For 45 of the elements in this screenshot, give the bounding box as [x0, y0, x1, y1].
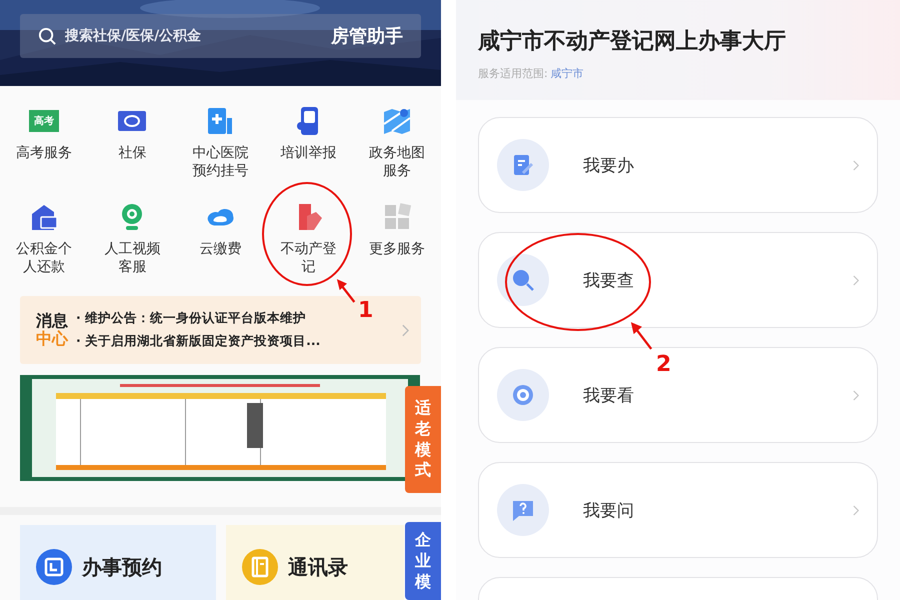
search-icon [38, 26, 57, 46]
eye-bubble-icon [511, 383, 535, 407]
notebook-icon [242, 549, 278, 585]
annotation-number: 1 [358, 300, 374, 322]
service-item[interactable]: 高考 高考服务 [0, 104, 88, 192]
search-field[interactable]: 搜索社保/医保/公积金 [65, 28, 323, 44]
chevron-icon [853, 504, 859, 516]
annotation-number: 2 [656, 354, 672, 376]
search-icon [511, 268, 535, 292]
service-item[interactable]: 不动产登记 [264, 200, 353, 288]
scope-label: 服务适用范围: [478, 66, 548, 81]
service-item[interactable]: 中心医院预约挂号 [176, 104, 265, 192]
notice-text[interactable]: · 关于启用湖北省新版固定资产投资项目... [76, 333, 320, 350]
menu-card[interactable]: 我要问 [478, 462, 878, 558]
menu-card[interactable]: 我要查 [478, 232, 878, 328]
enterprise-mode-tab[interactable]: 企业模 [405, 522, 441, 600]
notice-text[interactable]: · 维护公告：统一身份认证平台版本维护 [76, 310, 306, 327]
service-item[interactable]: 社保 [88, 104, 176, 192]
service-item[interactable]: 更多服务 [352, 200, 441, 288]
edit-icon [511, 153, 535, 177]
service-item[interactable]: 培训举报 [264, 104, 353, 192]
chevron-icon [853, 274, 859, 286]
service-item[interactable]: 云缴费 [176, 200, 265, 288]
exam-icon: 高考 [29, 110, 60, 132]
chevron-icon [402, 324, 409, 336]
search-bar[interactable]: 搜索社保/医保/公积金 房管助手 [20, 14, 421, 58]
shortcut-card[interactable]: 通讯录 [226, 525, 404, 600]
service-item[interactable]: 政务地图服务 [352, 104, 441, 192]
map-icon [382, 106, 412, 136]
calendar-icon [36, 549, 72, 585]
news-logo: 中心 [36, 330, 68, 348]
page-title: 咸宁市不动产登记网上办事大厅 [478, 28, 787, 56]
app-title: 房管助手 [331, 25, 403, 48]
house-card-icon [29, 202, 60, 232]
chevron-icon [853, 160, 859, 170]
annotation-arrow [336, 278, 358, 304]
service-item[interactable]: 人工视频客服 [88, 200, 176, 288]
news-logo: 消息 [36, 312, 68, 330]
shortcut-card[interactable]: 办事预约 [20, 525, 216, 600]
chevron-icon [853, 390, 859, 400]
service-item[interactable]: 公积金个人还款 [0, 200, 88, 288]
help-icon [511, 498, 535, 522]
scope-value: 咸宁市 [550, 66, 584, 81]
menu-card[interactable]: 我要办 [478, 117, 878, 213]
annotation-arrow [630, 321, 654, 351]
